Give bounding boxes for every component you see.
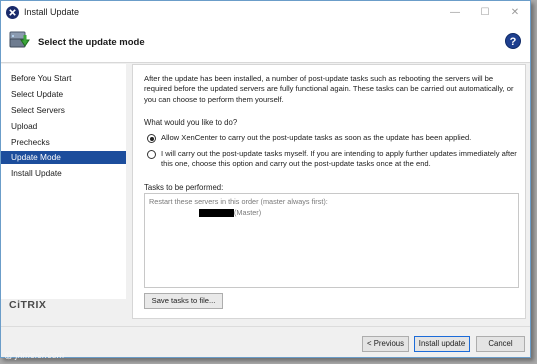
footer-divider <box>1 326 530 327</box>
save-tasks-button[interactable]: Save tasks to file... <box>144 293 223 309</box>
watermark: @ jhmeier.com <box>4 350 65 360</box>
nav-item-select-update[interactable]: Select Update <box>1 88 126 101</box>
citrix-logo: CiTRIX <box>9 299 47 311</box>
nav-item-select-servers[interactable]: Select Servers <box>1 104 126 117</box>
wizard-header: Select the update mode ? <box>1 23 530 63</box>
nav-item-upload[interactable]: Upload <box>1 120 126 133</box>
install-update-window: Install Update — ☐ ✕ Select the update m… <box>0 0 531 358</box>
option-manual-label[interactable]: I will carry out the post-update tasks m… <box>161 149 517 170</box>
tasks-label: Tasks to be performed: <box>144 183 224 192</box>
install-update-icon <box>8 29 30 53</box>
maximize-icon[interactable]: ☐ <box>470 1 500 23</box>
radio-manual[interactable] <box>147 150 156 159</box>
previous-button[interactable]: < Previous <box>362 336 409 352</box>
mode-description: After the update has been installed, a n… <box>144 74 514 104</box>
cancel-button[interactable]: Cancel <box>476 336 525 352</box>
title-bar: Install Update — ☐ ✕ <box>1 1 530 23</box>
task-line-server: (Master) <box>149 208 518 219</box>
radio-automatic[interactable] <box>147 134 156 143</box>
option-manual[interactable]: I will carry out the post-update tasks m… <box>147 149 517 170</box>
task-line-restart: Restart these servers in this order (mas… <box>149 197 328 206</box>
nav-item-before-you-start[interactable]: Before You Start <box>1 72 126 85</box>
nav-item-update-mode[interactable]: Update Mode <box>1 151 126 164</box>
window-title: Install Update <box>24 7 80 17</box>
option-automatic-label[interactable]: Allow XenCenter to carry out the post-up… <box>161 133 471 143</box>
mode-question: What would you like to do? <box>144 118 238 127</box>
close-icon[interactable]: ✕ <box>500 1 530 23</box>
help-icon[interactable]: ? <box>505 33 521 49</box>
xencenter-x-icon <box>6 5 19 19</box>
nav-item-install-update[interactable]: Install Update <box>1 167 126 180</box>
page-title: Select the update mode <box>38 37 145 48</box>
install-update-button[interactable]: Install update <box>414 336 470 352</box>
wizard-nav: Before You Start Select Update Select Se… <box>1 64 126 299</box>
minimize-icon[interactable]: — <box>440 1 470 23</box>
nav-item-prechecks[interactable]: Prechecks <box>1 136 126 149</box>
update-mode-panel: After the update has been installed, a n… <box>132 64 526 319</box>
redacted-server-name <box>199 208 234 217</box>
option-automatic[interactable]: Allow XenCenter to carry out the post-up… <box>147 133 517 143</box>
tasks-textbox[interactable]: Restart these servers in this order (mas… <box>144 193 519 288</box>
server-master-suffix: (Master) <box>234 207 262 217</box>
